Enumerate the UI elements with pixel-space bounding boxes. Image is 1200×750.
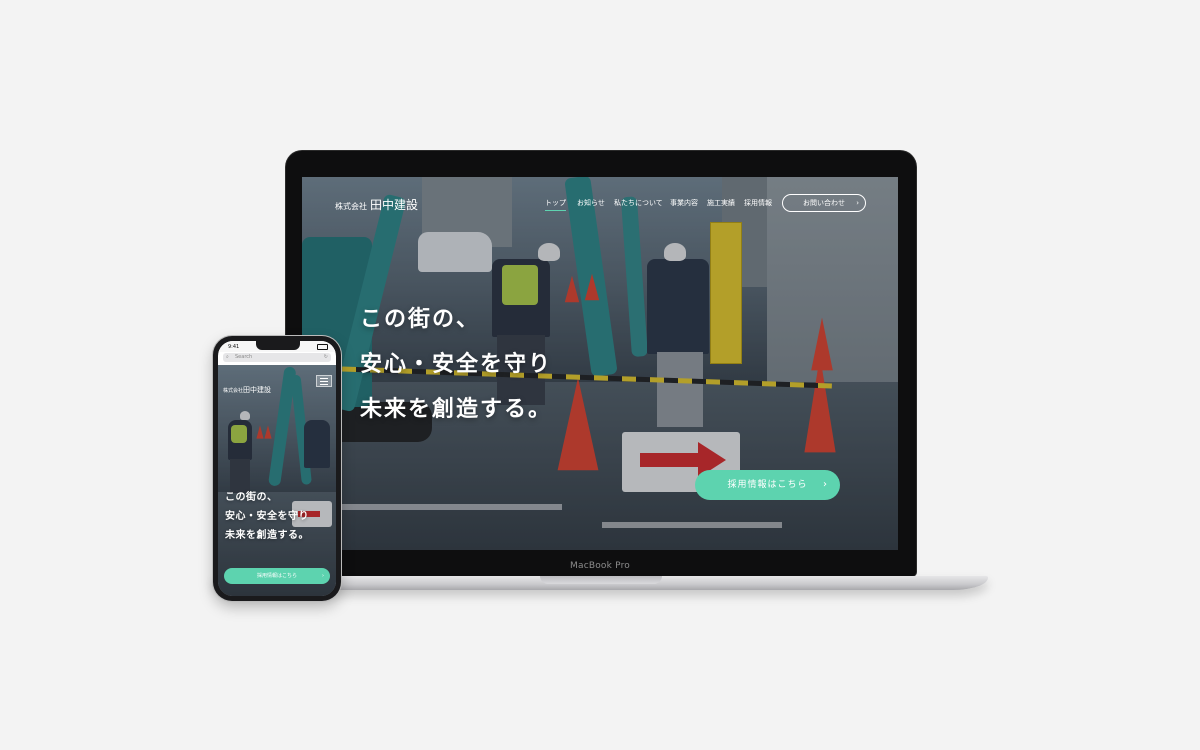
recruit-cta-label: 採用情報はこちら [727, 480, 808, 490]
hero-line: 安心・安全を守り [225, 511, 309, 522]
chevron-right-icon: › [823, 479, 828, 490]
phone-notch [256, 341, 300, 350]
status-time: 9:41 [228, 344, 240, 350]
site-logo[interactable]: 株式会社 田中建設 [335, 194, 418, 213]
laptop-hinge-notch [540, 576, 662, 584]
chevron-right-icon: › [856, 199, 859, 207]
recruit-cta-label: 採用情報はこちら [256, 573, 297, 579]
hero-photo [218, 365, 336, 596]
hero-line: 安心・安全を守り [360, 352, 553, 377]
phone-screen: 9:41 ⌕ Search ↻ 株式会社田中建設 この街の、 安心・安全を守り … [218, 341, 336, 596]
nav-business[interactable]: 事業内容 [670, 198, 698, 208]
hero-line: この街の、 [225, 492, 278, 503]
hero-line: 未来を創造する。 [360, 397, 553, 422]
search-icon: ⌕ [226, 354, 229, 360]
nav-works[interactable]: 施工実績 [707, 198, 735, 208]
nav-news[interactable]: お知らせ [577, 198, 605, 208]
phone-recruit-cta-button[interactable]: 採用情報はこちら › [224, 568, 330, 584]
chevron-right-icon: › [322, 573, 324, 579]
phone-page: 株式会社田中建設 この街の、 安心・安全を守り 未来を創造する。 採用情報はこち… [218, 365, 336, 596]
recruit-cta-button[interactable]: 採用情報はこちら › [695, 470, 840, 500]
laptop-model-label: MacBook Pro [570, 561, 630, 571]
logo-company-name: 田中建設 [370, 198, 419, 212]
laptop-screen: 株式会社 田中建設 トップ お知らせ 私たちについて 事業内容 施工実績 採用情報… [302, 177, 898, 550]
hero-line: 未来を創造する。 [225, 530, 309, 541]
battery-icon [317, 344, 328, 350]
photo-tint [218, 365, 336, 596]
site-header: 株式会社 田中建設 トップ お知らせ 私たちについて 事業内容 施工実績 採用情報… [302, 194, 898, 214]
reload-icon[interactable]: ↻ [324, 353, 328, 362]
phone-hero-copy: この街の、 安心・安全を守り 未来を創造する。 [225, 488, 309, 545]
hero-line: この街の、 [360, 307, 481, 332]
nav-about[interactable]: 私たちについて [614, 198, 663, 208]
phone-site-logo[interactable]: 株式会社田中建設 [223, 377, 271, 396]
contact-button-label: お問い合わせ [803, 199, 845, 207]
logo-company-type: 株式会社 [335, 202, 367, 211]
contact-button[interactable]: お問い合わせ › [782, 194, 866, 212]
hamburger-menu-icon[interactable] [316, 375, 332, 387]
nav-top[interactable]: トップ [545, 198, 566, 211]
logo-company-name: 田中建設 [243, 386, 272, 394]
browser-search-bar[interactable]: ⌕ Search ↻ [223, 353, 331, 362]
hero-copy: この街の、 安心・安全を守り 未来を創造する。 [360, 297, 552, 432]
search-placeholder: Search [235, 354, 253, 360]
logo-company-type: 株式会社 [223, 388, 244, 394]
nav-recruit[interactable]: 採用情報 [744, 198, 772, 208]
